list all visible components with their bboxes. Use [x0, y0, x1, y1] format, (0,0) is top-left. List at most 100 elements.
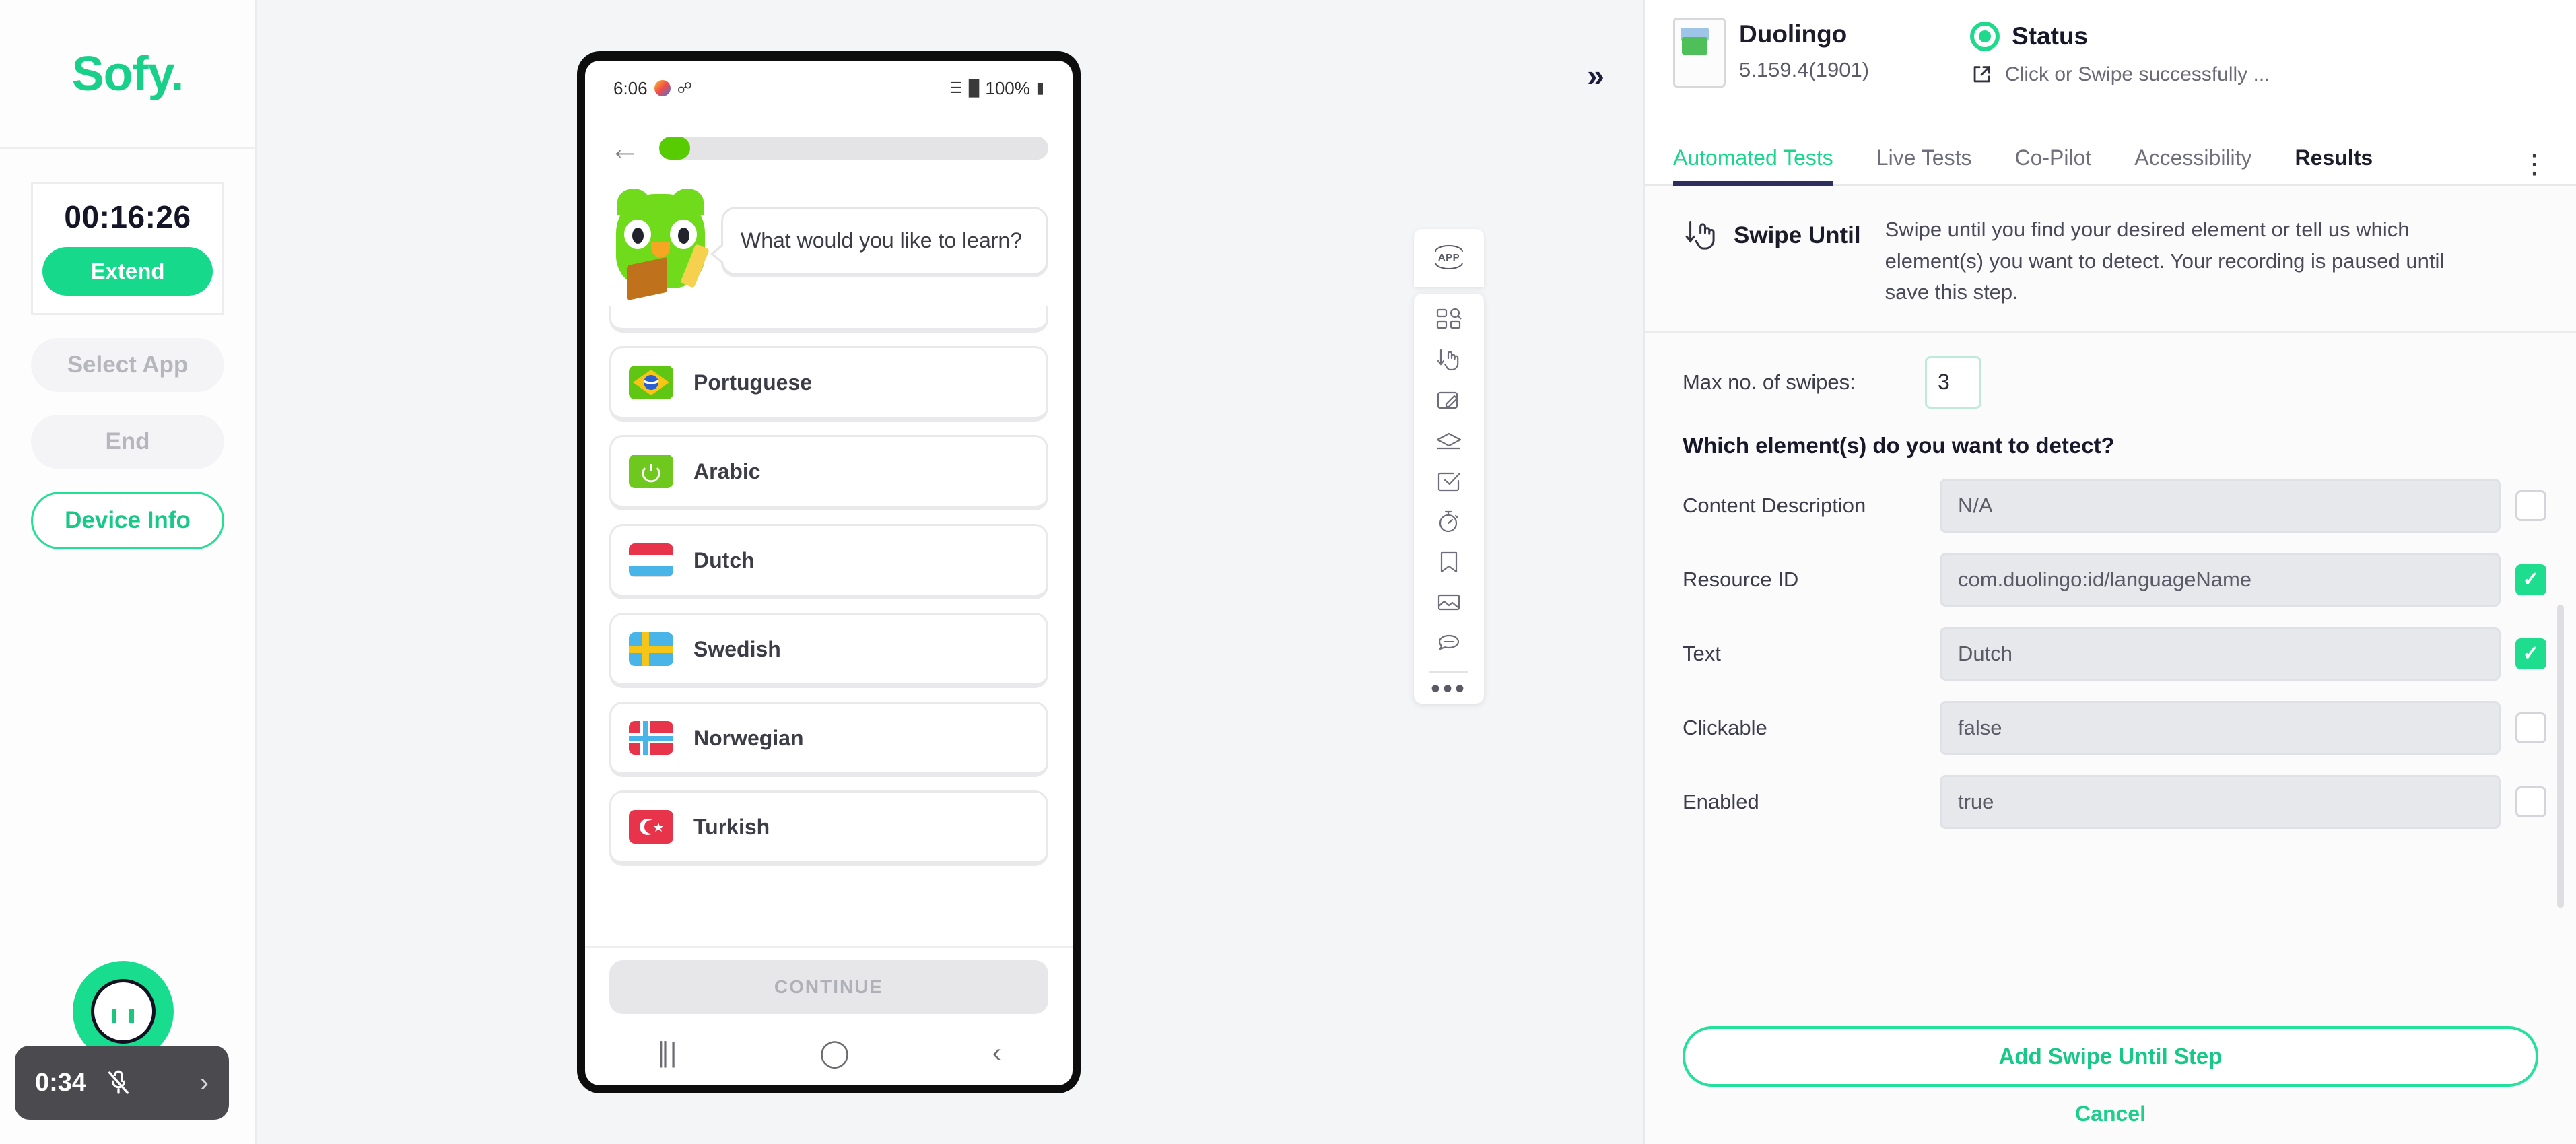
- list-item[interactable]: Portuguese: [609, 346, 1048, 422]
- flag-icon-ar: [629, 455, 673, 488]
- property-value[interactable]: false: [1940, 700, 2501, 755]
- device-mirror-frame: 6:06 ☍ ☰ █ 100% ▮ ← What would you like …: [577, 51, 1081, 1093]
- tab-results[interactable]: Results: [2295, 145, 2373, 186]
- status-heading: Status: [2012, 22, 2089, 50]
- property-row-resource-id: Resource ID com.duolingo:id/languageName…: [1645, 552, 2576, 607]
- step-title: Swipe Until: [1734, 222, 1861, 248]
- list-item[interactable]: Norwegian: [609, 702, 1048, 777]
- recording-elapsed-time: 0:34: [35, 1068, 87, 1097]
- select-app-button[interactable]: Select App: [31, 338, 224, 392]
- duolingo-owl-icon: [609, 184, 712, 301]
- language-name: Portuguese: [693, 370, 813, 395]
- swipe-icon[interactable]: [1430, 426, 1468, 457]
- android-nav-bar: ∥| ◯ ‹: [585, 1021, 1073, 1085]
- panel-body: Swipe Until Swipe until you find your de…: [1645, 186, 2576, 1003]
- owl-prompt-row: What would you like to learn?: [585, 180, 1073, 306]
- list-item[interactable]: Dutch: [609, 524, 1048, 599]
- app-version-label: 5.159.4(1901): [1739, 58, 1870, 81]
- app-footer: CONTINUE: [585, 946, 1073, 1021]
- status-indicator-icon: [1970, 22, 2000, 51]
- add-swipe-until-step-button[interactable]: Add Swipe Until Step: [1683, 1026, 2538, 1087]
- recents-icon[interactable]: ∥|: [656, 1038, 677, 1069]
- continue-button[interactable]: CONTINUE: [609, 960, 1048, 1014]
- max-swipes-input[interactable]: [1925, 356, 1981, 409]
- nav-back-icon[interactable]: ‹: [992, 1038, 1001, 1069]
- device-screen[interactable]: 6:06 ☍ ☰ █ 100% ▮ ← What would you like …: [585, 61, 1073, 1085]
- property-label: Content Description: [1683, 493, 1866, 517]
- bluetooth-icon: ☍: [677, 79, 692, 96]
- more-vertical-icon[interactable]: ⋮: [2521, 151, 2548, 184]
- recording-widget: 0:34 ›: [15, 961, 237, 1129]
- left-sidebar: Sofy. 00:16:26 Extend Select App End Dev…: [0, 0, 257, 1144]
- language-name: Arabic: [693, 459, 761, 483]
- detect-question-heading: Which element(s) do you want to detect?: [1683, 432, 2115, 458]
- end-session-button[interactable]: End: [31, 415, 224, 469]
- tab-accessibility[interactable]: Accessibility: [2134, 145, 2251, 186]
- action-tool-rail: APP •••: [1414, 229, 1484, 704]
- status-bar-time: 6:06: [613, 77, 648, 98]
- home-icon[interactable]: ◯: [819, 1038, 850, 1069]
- property-value[interactable]: com.duolingo:id/languageName: [1940, 552, 2501, 607]
- grid-search-icon[interactable]: [1430, 304, 1468, 335]
- list-item[interactable]: Swedish: [609, 613, 1048, 688]
- sofy-app-window: Sofy. 00:16:26 Extend Select App End Dev…: [0, 0, 2576, 1144]
- flag-icon-no: [629, 721, 673, 755]
- property-label: Resource ID: [1683, 567, 1799, 591]
- chevron-right-icon[interactable]: ›: [200, 1068, 209, 1098]
- property-value[interactable]: N/A: [1940, 478, 2501, 533]
- timer-icon[interactable]: [1430, 506, 1468, 537]
- external-link-icon[interactable]: [1970, 63, 1993, 86]
- property-checkbox[interactable]: [2515, 712, 2546, 743]
- back-arrow-icon[interactable]: ←: [609, 133, 640, 164]
- tab-co-pilot[interactable]: Co-Pilot: [2014, 145, 2091, 186]
- tab-automated-tests[interactable]: Automated Tests: [1673, 145, 1833, 186]
- property-row-content-description: Content Description N/A: [1645, 478, 2576, 533]
- rail-divider: [1429, 671, 1468, 673]
- status-message: Click or Swipe successfully ...: [2005, 63, 2270, 86]
- signal-icon: █: [968, 79, 980, 96]
- bookmark-icon[interactable]: [1430, 547, 1468, 578]
- chevron-double-right-icon[interactable]: »: [1573, 53, 1619, 98]
- tab-live-tests[interactable]: Live Tests: [1876, 145, 1972, 186]
- property-value[interactable]: Dutch: [1940, 626, 2501, 681]
- swipe-until-icon[interactable]: [1430, 345, 1468, 376]
- speech-icon[interactable]: [1430, 628, 1468, 659]
- cancel-button[interactable]: Cancel: [1683, 1102, 2538, 1126]
- app-progress-bar-row: ←: [585, 116, 1073, 180]
- language-list[interactable]: Korean Portuguese Arabic: [585, 306, 1073, 946]
- list-item[interactable]: Arabic: [609, 435, 1048, 510]
- mic-muted-icon[interactable]: [105, 1069, 132, 1096]
- property-checkbox[interactable]: ✓: [2515, 638, 2546, 669]
- brand-header: Sofy.: [0, 0, 255, 149]
- svg-text:APP: APP: [1438, 252, 1460, 263]
- max-swipes-row: Max no. of swipes:: [1645, 356, 2576, 409]
- more-horizontal-icon[interactable]: •••: [1431, 675, 1467, 702]
- list-item[interactable]: Turkish: [609, 790, 1048, 866]
- property-checkbox[interactable]: ✓: [2515, 564, 2546, 595]
- image-icon[interactable]: [1430, 587, 1468, 618]
- language-name: Turkish: [693, 814, 770, 839]
- property-value[interactable]: true: [1940, 774, 2501, 829]
- step-header: Swipe Until Swipe until you find your de…: [1645, 186, 2576, 333]
- checkbox-assert-icon[interactable]: [1430, 466, 1468, 497]
- property-row-clickable: Clickable false: [1645, 700, 2576, 755]
- property-checkbox[interactable]: [2515, 490, 2546, 521]
- owl-speech-bubble: What would you like to learn?: [710, 207, 1048, 275]
- device-canvas: » 6:06 ☍ ☰ █ 100% ▮ ← What would you lik…: [257, 0, 1643, 1144]
- extend-button[interactable]: Extend: [42, 247, 213, 296]
- panel-scrollbar[interactable]: [2557, 605, 2564, 908]
- recording-control-bar[interactable]: 0:34 ›: [15, 1046, 229, 1120]
- step-description: Swipe until you find your desired elemen…: [1885, 217, 2445, 304]
- app-name-label: Duolingo: [1739, 20, 1848, 48]
- property-checkbox[interactable]: [2515, 786, 2546, 817]
- device-info-button[interactable]: Device Info: [31, 492, 224, 549]
- edit-screenshot-icon[interactable]: [1430, 385, 1468, 416]
- flag-icon-tr: [629, 810, 673, 844]
- right-panel: Duolingo 5.159.4(1901) Status Click or S…: [1643, 0, 2576, 1144]
- flag-icon-nl: [629, 543, 673, 577]
- list-item[interactable]: Korean: [609, 306, 1048, 333]
- notification-badge-icon: [654, 80, 671, 96]
- app-reset-button[interactable]: APP: [1414, 229, 1484, 287]
- panel-actions: Add Swipe Until Step Cancel: [1645, 1003, 2576, 1144]
- session-timer-value: 00:16:26: [64, 199, 191, 234]
